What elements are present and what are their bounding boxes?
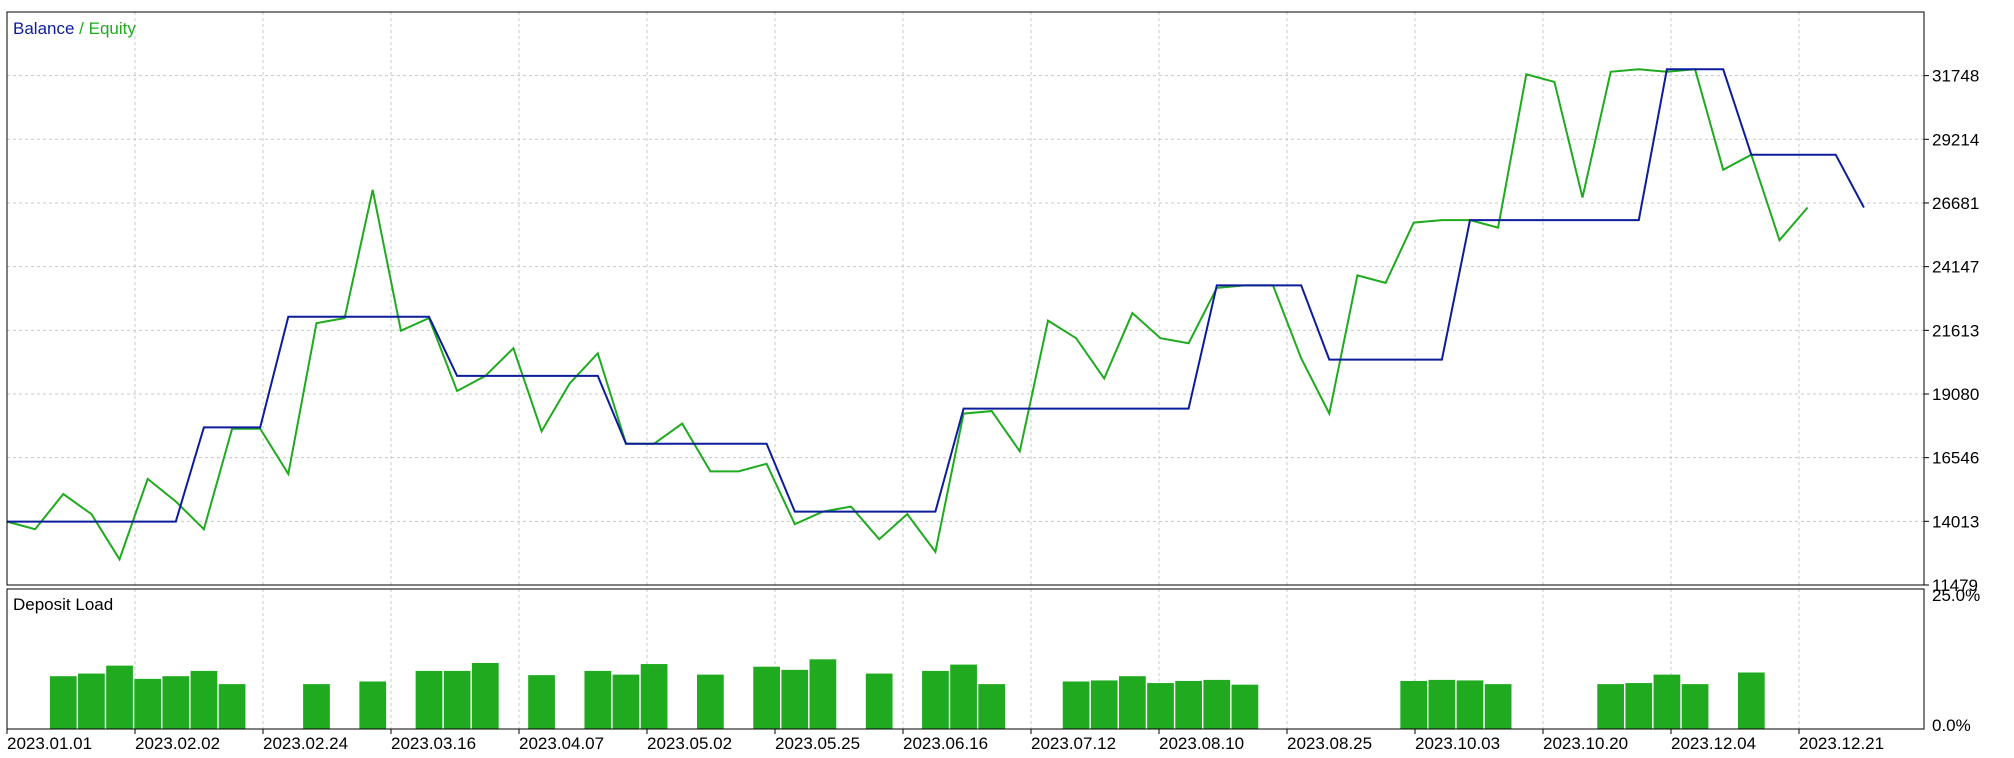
deposit-load-bar [1119,676,1146,729]
deposit-load-bar [471,663,499,729]
deposit-load-bar [1456,680,1484,729]
y-tick-label: 29214 [1932,130,1979,149]
deposit-y-tick-label: 0.0% [1932,716,1971,735]
x-tick-label: 2023.08.25 [1287,734,1372,753]
deposit-load-bar [781,669,809,729]
x-tick-label: 2023.12.04 [1671,734,1756,753]
deposit-load-bar [1597,684,1625,729]
deposit-load-bar [1653,674,1681,729]
x-tick-label: 2023.05.25 [775,734,860,753]
deposit-load-bar [696,674,724,729]
deposit-load-bar [218,684,246,729]
y-tick-label: 16546 [1932,449,1979,468]
chart-background [0,0,2014,758]
x-tick-label: 2023.01.01 [7,734,92,753]
deposit-load-bar [443,670,471,729]
deposit-load-bar [1428,679,1456,729]
deposit-load-title: Deposit Load [13,595,113,614]
deposit-load-bar [1203,679,1231,729]
deposit-load-bar [950,664,977,729]
y-tick-label: 31748 [1932,67,1979,86]
deposit-load-bar [1625,683,1653,729]
deposit-load-bar [415,670,443,729]
deposit-load-bar [612,674,640,729]
deposit-load-bar [190,670,218,729]
deposit-load-bar [640,664,668,729]
deposit-load-bar [1090,680,1118,729]
deposit-load-bar [1737,672,1765,729]
deposit-load-bar [528,675,555,729]
x-tick-label: 2023.04.07 [519,734,604,753]
x-tick-label: 2023.07.12 [1031,734,1116,753]
deposit-load-bar [1681,684,1709,729]
deposit-load-bar [978,684,1006,729]
deposit-load-bar [922,670,949,729]
x-tick-label: 2023.05.02 [647,734,732,753]
legend-equity: Equity [89,19,137,38]
deposit-load-bar [1175,680,1203,729]
balance-equity-chart: 1147914013165461908021613241472668129214… [0,0,2014,758]
deposit-load-bar [753,666,780,729]
deposit-load-bar [106,665,133,729]
deposit-load-bar [1400,680,1428,729]
x-tick-label: 2023.02.02 [135,734,220,753]
deposit-load-bar [134,678,162,729]
y-tick-label: 26681 [1932,194,1979,213]
chart-legend: Balance / Equity [13,19,136,38]
y-tick-label: 21613 [1932,321,1979,340]
x-tick-label: 2023.06.16 [903,734,988,753]
x-tick-label: 2023.12.21 [1799,734,1884,753]
y-tick-label: 24147 [1932,258,1979,277]
deposit-load-bar [1062,681,1090,729]
deposit-load-bar [359,681,387,729]
x-tick-label: 2023.10.03 [1415,734,1500,753]
legend-separator: / [74,19,88,38]
x-tick-label: 2023.02.24 [263,734,348,753]
deposit-load-bar [865,673,893,729]
x-tick-label: 2023.08.10 [1159,734,1244,753]
deposit-load-bar [303,684,330,729]
y-tick-label: 19080 [1932,385,1979,404]
deposit-load-bar [1147,683,1174,729]
deposit-load-bar [78,673,105,729]
deposit-load-bar [49,676,77,729]
deposit-load-bar [584,670,612,729]
y-axis-ticks: 1147914013165461908021613241472668129214… [1924,67,1979,595]
legend-balance: Balance [13,19,74,38]
x-tick-label: 2023.10.20 [1543,734,1628,753]
deposit-load-bar [809,659,837,729]
deposit-y-tick-label: 25.0% [1932,586,1980,605]
deposit-load-bar [1484,684,1512,729]
deposit-load-bar [1231,684,1259,729]
deposit-load-bar [162,676,190,729]
y-tick-label: 14013 [1932,512,1979,531]
x-tick-label: 2023.03.16 [391,734,476,753]
